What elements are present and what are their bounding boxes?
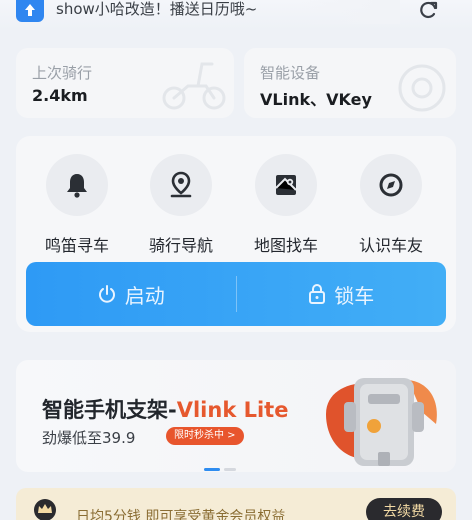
notice-fade [300, 0, 400, 24]
promo-tag[interactable]: 限时秒杀中 > [166, 427, 244, 445]
crown-icon [32, 498, 58, 520]
power-icon [98, 285, 115, 303]
smart-device-label: 智能设备 [260, 64, 321, 82]
lock-button[interactable]: 锁车 [237, 262, 447, 326]
bell-icon [46, 154, 108, 216]
phone-holder-product-image [318, 372, 448, 472]
action-label: 地图找车 [253, 236, 318, 255]
start-button-label: 启动 [124, 283, 165, 308]
notice-message[interactable]: show小哈改造！播送日历哦~ [56, 0, 257, 20]
vip-message: 日均5分钱 即可享受黄金会员权益 [76, 509, 286, 520]
app-logo-icon [16, 0, 44, 22]
refresh-icon[interactable] [418, 0, 442, 22]
last-ride-card[interactable]: 上次骑行 2.4km [16, 48, 234, 118]
carousel-dot [224, 468, 236, 471]
promo-subtitle: 劲爆低至39.9 [42, 429, 136, 447]
start-button[interactable]: 启动 [26, 262, 236, 326]
control-button-bar: 启动 锁车 [26, 262, 446, 326]
smart-device-card[interactable]: 智能设备 VLink、VKey [244, 48, 456, 118]
action-label: 认识车友 [358, 236, 423, 255]
scooter-icon [158, 56, 228, 116]
location-pin-icon [150, 154, 212, 216]
last-ride-label: 上次骑行 [32, 64, 93, 82]
vip-membership-strip[interactable]: 日均5分钱 即可享受黄金会员权益 去续费 [16, 488, 456, 520]
action-map-find[interactable]: 地图找车 [238, 154, 334, 255]
promo-banner[interactable]: 智能手机支架-Vlink Lite 劲爆低至39.9 限时秒杀中 > [16, 360, 456, 472]
carousel-dot-active [204, 468, 220, 471]
action-honk-find[interactable]: 鸣笛寻车 [29, 154, 125, 255]
action-meet-riders[interactable]: 认识车友 [343, 154, 439, 255]
promo-title: 智能手机支架-Vlink Lite [42, 394, 288, 424]
compass-icon [360, 154, 422, 216]
action-label: 鸣笛寻车 [44, 236, 109, 255]
vehicle-control-panel: 鸣笛寻车 骑行导航 地图找车 认识车友 启动 锁车 [16, 136, 456, 332]
promo-title-main: 智能手机支架- [42, 398, 177, 422]
smart-device-value: VLink、VKey [260, 90, 372, 109]
top-notice-bar[interactable]: show小哈改造！播送日历哦~ [0, 0, 472, 30]
action-label: 骑行导航 [148, 236, 213, 255]
device-icon [388, 56, 450, 118]
action-ride-navigation[interactable]: 骑行导航 [133, 154, 229, 255]
carousel-indicator [204, 468, 244, 472]
map-icon [255, 154, 317, 216]
lock-icon [309, 284, 326, 304]
lock-button-label: 锁车 [334, 283, 375, 308]
renew-button[interactable]: 去续费 [366, 498, 442, 520]
last-ride-value: 2.4km [32, 86, 88, 105]
promo-title-highlight: Vlink Lite [176, 398, 289, 422]
